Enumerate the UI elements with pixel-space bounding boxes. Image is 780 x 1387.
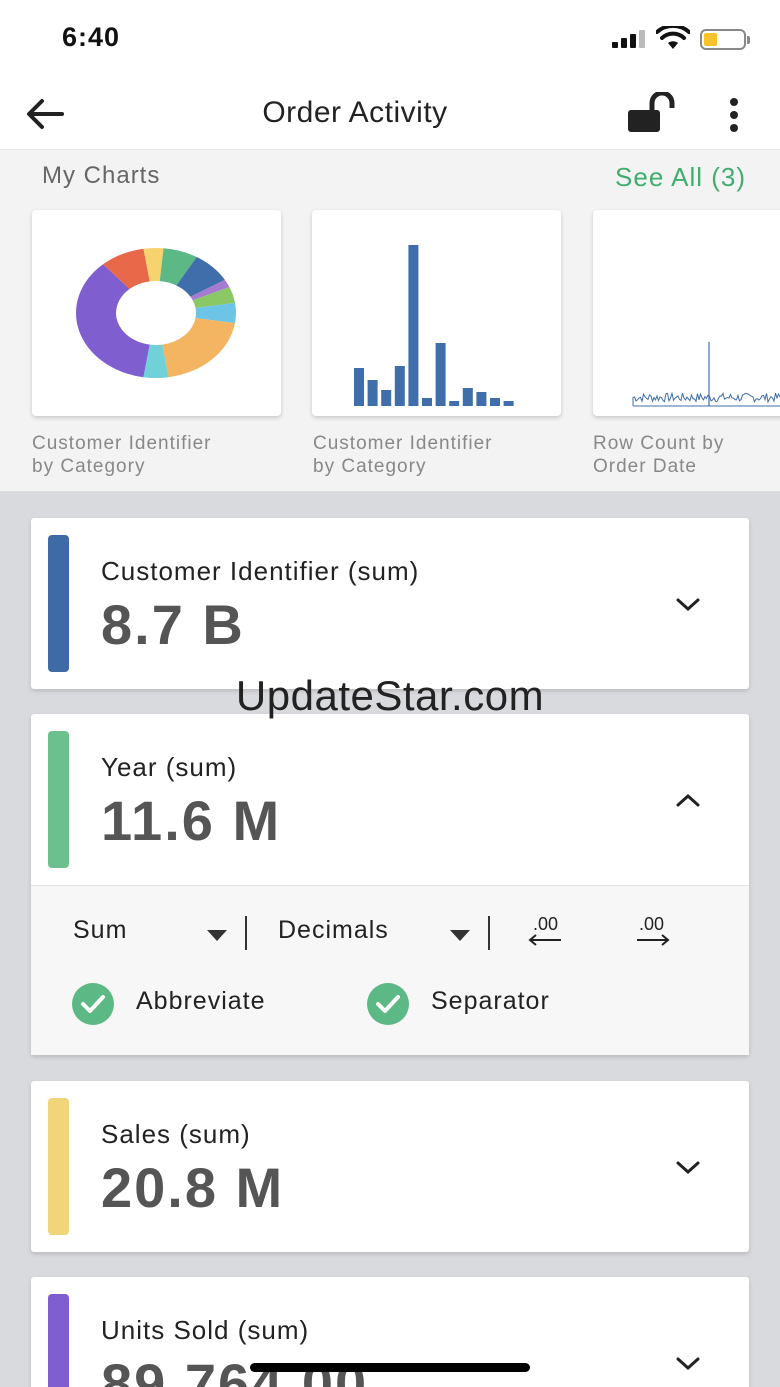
chart-thumbnail-bar[interactable] bbox=[312, 210, 561, 416]
chart-caption-line: by Category bbox=[313, 456, 427, 477]
metric-label: Units Sold (sum) bbox=[101, 1315, 310, 1345]
divider bbox=[245, 916, 247, 950]
chart-caption: Customer Identifier by Category bbox=[313, 432, 563, 478]
cellular-signal-icon bbox=[612, 30, 648, 48]
bar bbox=[408, 245, 419, 406]
page-title: Order Activity bbox=[262, 96, 448, 129]
divider bbox=[488, 916, 490, 950]
see-all-link[interactable]: See All (3) bbox=[615, 162, 746, 193]
dropdown-caret-icon[interactable] bbox=[207, 930, 227, 941]
decrease-decimals-button[interactable]: .00 bbox=[527, 914, 567, 948]
battery-icon bbox=[700, 29, 750, 50]
metric-color-bar bbox=[48, 1294, 69, 1387]
chart-caption: Customer Identifier by Category bbox=[32, 432, 282, 478]
bar bbox=[449, 401, 460, 406]
bar bbox=[503, 401, 514, 406]
status-bar: 6:40 bbox=[0, 0, 780, 78]
bar-chart bbox=[354, 245, 514, 406]
unlock-icon[interactable] bbox=[626, 92, 680, 134]
arrow-left-icon bbox=[528, 934, 561, 946]
metric-card-header[interactable]: Customer Identifier (sum) 8.7 B bbox=[31, 518, 749, 689]
metric-label: Sales (sum) bbox=[101, 1119, 251, 1149]
decimals-label: .00 bbox=[639, 914, 665, 934]
metric-card-header[interactable]: Sales (sum) 20.8 M bbox=[31, 1081, 749, 1252]
bar bbox=[490, 398, 500, 406]
my-charts-section: My Charts See All (3) Customer Identifie… bbox=[0, 150, 780, 492]
more-options-icon[interactable] bbox=[718, 96, 750, 134]
wifi-icon bbox=[656, 26, 690, 49]
chart-thumbnail-timeseries[interactable] bbox=[593, 210, 780, 416]
bar bbox=[476, 392, 487, 406]
metric-value: 11.6 M bbox=[101, 789, 282, 852]
metric-card-year[interactable]: Year (sum) 11.6 M Sum Decimals .00 .00 A… bbox=[31, 714, 749, 1055]
status-time: 6:40 bbox=[62, 22, 121, 52]
dropdown-caret-icon[interactable] bbox=[450, 930, 470, 941]
abbreviate-checkbox[interactable] bbox=[72, 983, 114, 1025]
watermark: UpdateStar.com bbox=[235, 672, 545, 719]
metric-value: 8.7 B bbox=[101, 593, 245, 656]
metric-card-sales[interactable]: Sales (sum) 20.8 M bbox=[31, 1081, 749, 1252]
metric-color-bar bbox=[48, 1098, 69, 1235]
decimals-dropdown[interactable]: Decimals bbox=[278, 916, 389, 945]
increase-decimals-button[interactable]: .00 bbox=[633, 914, 673, 948]
metric-label: Customer Identifier (sum) bbox=[101, 556, 420, 586]
chart-caption: Row Count by Order Date bbox=[593, 432, 780, 478]
bar bbox=[381, 390, 392, 406]
app-bar: Order Activity bbox=[0, 78, 780, 150]
check-icon bbox=[376, 995, 400, 1013]
bar bbox=[354, 368, 364, 406]
metric-card-customer-identifier[interactable]: Customer Identifier (sum) 8.7 B bbox=[31, 518, 749, 689]
bar bbox=[462, 388, 473, 406]
bar bbox=[435, 343, 446, 406]
separator-checkbox[interactable] bbox=[367, 983, 409, 1025]
bar bbox=[367, 380, 378, 406]
metric-value: 20.8 M bbox=[101, 1156, 285, 1219]
arrow-right-icon bbox=[637, 934, 670, 946]
chart-caption-line: by Category bbox=[32, 456, 146, 477]
decimals-label: .00 bbox=[533, 914, 559, 934]
metric-card-header[interactable]: Year (sum) 11.6 M bbox=[31, 714, 749, 885]
donut-chart bbox=[76, 248, 236, 378]
metric-color-bar bbox=[48, 731, 69, 868]
home-indicator bbox=[250, 1363, 530, 1372]
my-charts-heading: My Charts bbox=[42, 162, 161, 189]
timeseries-chart bbox=[632, 342, 780, 407]
chevron-down-icon[interactable] bbox=[673, 1353, 703, 1373]
metric-label: Year (sum) bbox=[101, 752, 238, 782]
separator-label: Separator bbox=[431, 987, 550, 1015]
chart-thumbnail-donut[interactable] bbox=[32, 210, 281, 416]
metric-color-bar bbox=[48, 535, 69, 672]
chevron-down-icon[interactable] bbox=[673, 1157, 703, 1177]
series-line bbox=[632, 391, 780, 406]
format-options-panel: Sum Decimals .00 .00 Abbreviate Separato… bbox=[31, 885, 749, 1055]
chevron-up-icon[interactable] bbox=[673, 790, 703, 810]
chart-caption-line: Customer Identifier bbox=[313, 433, 493, 454]
bar bbox=[394, 366, 405, 406]
abbreviate-label: Abbreviate bbox=[136, 987, 266, 1015]
chart-caption-line: Row Count by bbox=[593, 433, 725, 454]
aggregation-dropdown[interactable]: Sum bbox=[73, 916, 127, 945]
chevron-down-icon[interactable] bbox=[673, 594, 703, 614]
chart-caption-line: Customer Identifier bbox=[32, 433, 212, 454]
check-icon bbox=[81, 995, 105, 1013]
chart-caption-line: Order Date bbox=[593, 456, 697, 477]
bar bbox=[422, 398, 432, 406]
donut-slice bbox=[162, 318, 236, 378]
